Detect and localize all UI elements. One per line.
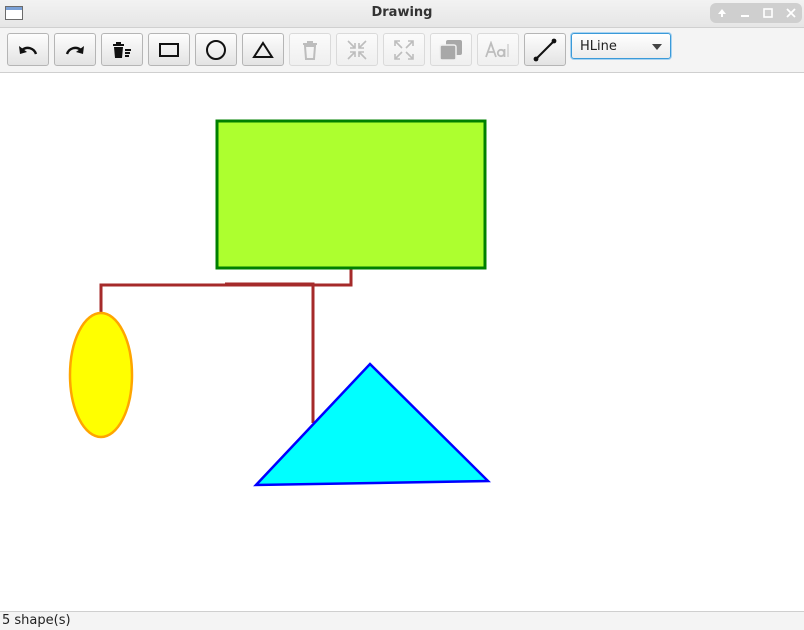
circle-icon <box>206 39 226 60</box>
status-bar: 5 shape(s) <box>0 611 804 630</box>
line-type-select[interactable]: HLine <box>571 33 671 59</box>
app-window: Drawing HLine 5 shape(s) <box>0 0 804 630</box>
shape-count: 5 shape(s) <box>2 613 71 628</box>
circle-button[interactable] <box>195 33 237 66</box>
toolbar: HLine <box>0 28 804 73</box>
window-controls <box>710 3 802 23</box>
clear-all-button[interactable] <box>101 33 143 66</box>
triangle-button[interactable] <box>242 33 284 66</box>
rectangle-icon <box>159 42 179 57</box>
text-icon <box>485 40 509 57</box>
layers-button[interactable] <box>430 33 472 66</box>
up-arrow-icon[interactable] <box>715 6 729 20</box>
connector-line[interactable] <box>225 282 315 423</box>
text-button[interactable] <box>477 33 519 66</box>
line-icon <box>533 38 557 61</box>
rectangle-button[interactable] <box>148 33 190 66</box>
trash-icon <box>303 40 317 60</box>
close-icon[interactable] <box>784 6 798 20</box>
maximize-icon[interactable] <box>761 6 775 20</box>
triangle-icon <box>252 40 274 58</box>
connector-button[interactable] <box>524 33 566 66</box>
window-title: Drawing <box>371 5 433 20</box>
expand-button[interactable] <box>383 33 425 66</box>
rectangle-shape[interactable] <box>215 119 487 270</box>
delete-button[interactable] <box>289 33 331 66</box>
title-bar[interactable]: Drawing <box>0 0 804 28</box>
undo-button[interactable] <box>7 33 49 66</box>
ellipse-shape[interactable] <box>68 311 134 439</box>
chevron-down-icon <box>652 44 662 50</box>
triangle-shape[interactable] <box>253 362 491 487</box>
undo-icon <box>19 45 38 54</box>
drawing-canvas[interactable] <box>0 73 804 611</box>
trash-list-icon <box>113 41 131 58</box>
redo-icon <box>65 45 84 54</box>
canvas-svg <box>68 119 491 487</box>
line-type-value: HLine <box>580 39 617 54</box>
layers-icon <box>439 39 462 61</box>
shrink-icon <box>347 39 367 60</box>
minimize-icon[interactable] <box>738 6 752 20</box>
expand-icon <box>394 39 414 60</box>
redo-button[interactable] <box>54 33 96 66</box>
shrink-button[interactable] <box>336 33 378 66</box>
